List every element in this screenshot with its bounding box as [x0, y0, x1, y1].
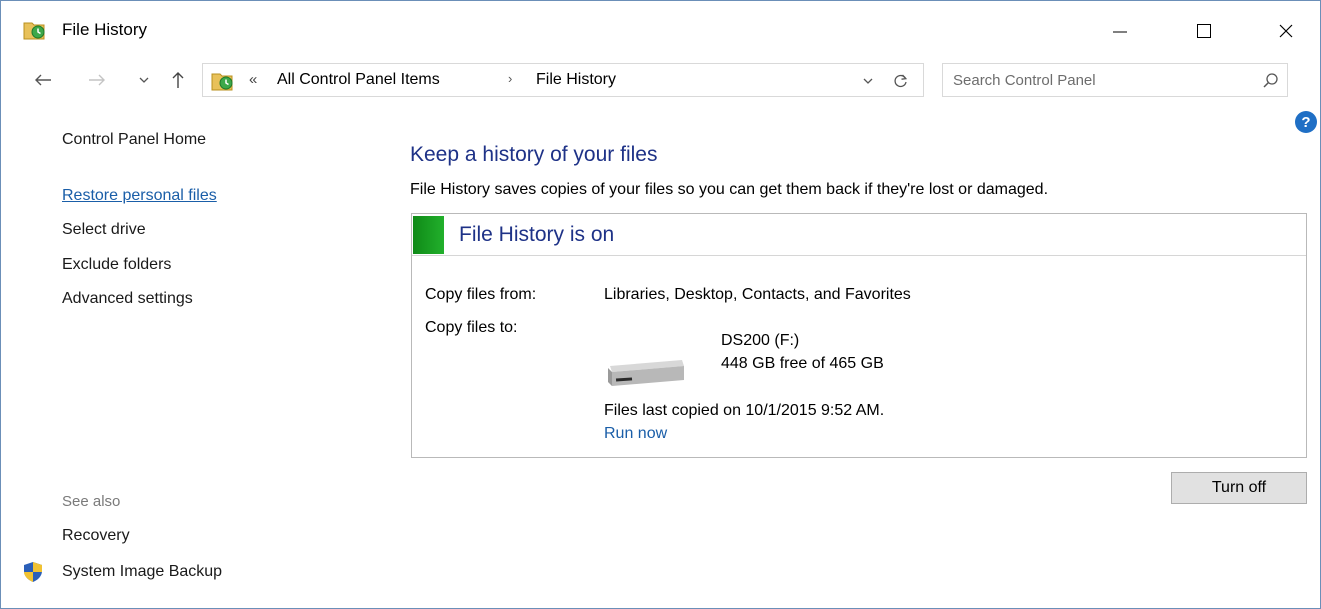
- file-history-window: File History « All Control Panel Items ›…: [0, 0, 1321, 609]
- status-panel: File History is on Copy files from: Libr…: [411, 213, 1307, 458]
- refresh-button[interactable]: [890, 70, 912, 92]
- minimize-button[interactable]: [1097, 11, 1143, 51]
- search-input[interactable]: [953, 68, 1243, 92]
- address-bar[interactable]: « All Control Panel Items › File History: [202, 63, 924, 97]
- copy-to-label: Copy files to:: [425, 319, 518, 336]
- forward-button[interactable]: [85, 67, 109, 93]
- breadcrumb-separator[interactable]: ›: [508, 71, 512, 86]
- refresh-icon: [894, 74, 908, 88]
- close-icon: [1279, 24, 1293, 38]
- status-title: File History is on: [459, 223, 615, 246]
- maximize-button[interactable]: [1181, 11, 1227, 51]
- breadcrumb-overflow[interactable]: «: [249, 71, 257, 88]
- address-dropdown-button[interactable]: [859, 71, 877, 91]
- page-description: File History saves copies of your files …: [410, 181, 1049, 198]
- system-image-backup-link[interactable]: System Image Backup: [62, 563, 222, 581]
- navigation-bar: « All Control Panel Items › File History: [1, 57, 1320, 103]
- page-heading: Keep a history of your files: [410, 143, 658, 166]
- drive-icon: [606, 354, 686, 388]
- run-now-link[interactable]: Run now: [604, 425, 667, 443]
- drive-free-space: 448 GB free of 465 GB: [721, 355, 884, 372]
- select-drive-link[interactable]: Select drive: [62, 221, 146, 239]
- recent-locations-button[interactable]: [132, 67, 156, 93]
- breadcrumb-file-history[interactable]: File History: [536, 71, 616, 89]
- search-box: [942, 63, 1288, 97]
- left-pane: Control Panel Home Restore personal file…: [1, 111, 381, 609]
- file-history-icon: [23, 19, 47, 41]
- chevron-down-icon: [863, 78, 873, 84]
- back-button[interactable]: [31, 67, 55, 93]
- last-copied-text: Files last copied on 10/1/2015 9:52 AM.: [604, 402, 885, 419]
- search-icon[interactable]: [1261, 71, 1281, 91]
- shield-icon: [22, 561, 44, 583]
- copy-from-label: Copy files from:: [425, 286, 537, 303]
- control-panel-home-link[interactable]: Control Panel Home: [62, 131, 206, 149]
- back-arrow-icon: [35, 74, 51, 86]
- maximize-icon: [1197, 24, 1211, 38]
- up-arrow-icon: [172, 72, 184, 88]
- copy-from-value: Libraries, Desktop, Contacts, and Favori…: [604, 286, 911, 303]
- drive-name: DS200 (F:): [721, 332, 800, 349]
- exclude-folders-link[interactable]: Exclude folders: [62, 256, 171, 274]
- minimize-icon: [1113, 31, 1127, 33]
- restore-personal-files-link[interactable]: Restore personal files: [62, 187, 217, 205]
- chevron-down-icon: [139, 77, 149, 83]
- turn-off-button[interactable]: Turn off: [1171, 472, 1307, 504]
- file-history-icon: [211, 70, 235, 92]
- help-icon[interactable]: ?: [1295, 111, 1317, 133]
- status-indicator: [413, 216, 444, 254]
- status-header: File History is on: [412, 214, 1306, 256]
- breadcrumb-all-control-panel-items[interactable]: All Control Panel Items: [277, 71, 440, 89]
- window-title: File History: [62, 20, 148, 39]
- close-button[interactable]: [1263, 11, 1309, 51]
- forward-arrow-icon: [89, 74, 105, 86]
- advanced-settings-link[interactable]: Advanced settings: [62, 290, 193, 308]
- title-bar: File History: [1, 1, 1320, 57]
- recovery-link[interactable]: Recovery: [62, 527, 130, 545]
- up-button[interactable]: [166, 67, 190, 93]
- see-also-heading: See also: [62, 493, 121, 510]
